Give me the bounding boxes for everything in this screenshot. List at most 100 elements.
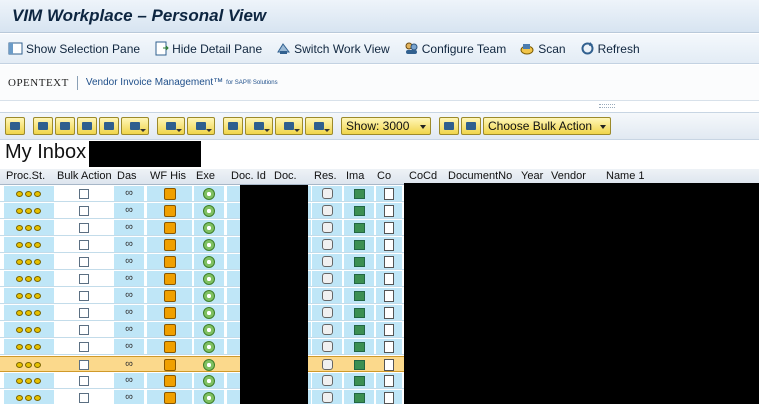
print-button[interactable] xyxy=(223,117,243,135)
execute-icon[interactable] xyxy=(203,374,215,387)
comment-icon[interactable] xyxy=(384,289,394,302)
dashboard-icon[interactable]: ∞ xyxy=(125,205,133,216)
dashboard-icon[interactable]: ∞ xyxy=(125,341,133,352)
process-status-icon[interactable] xyxy=(16,241,42,249)
workflow-history-icon[interactable] xyxy=(163,187,176,200)
process-status-icon[interactable] xyxy=(16,326,42,334)
resubmit-icon[interactable] xyxy=(321,222,333,233)
resubmit-icon[interactable] xyxy=(321,188,333,199)
bulk-checkbox[interactable] xyxy=(79,324,89,335)
process-status-icon[interactable] xyxy=(16,224,42,232)
comment-icon[interactable] xyxy=(384,272,394,285)
grid-cell[interactable] xyxy=(77,237,91,252)
image-icon[interactable] xyxy=(353,256,365,267)
switch-work-view-button[interactable]: Switch Work View xyxy=(276,41,390,56)
grid-cell[interactable] xyxy=(77,254,91,269)
resubmit-icon[interactable] xyxy=(321,392,333,403)
hide-detail-pane-button[interactable]: Hide Detail Pane xyxy=(154,41,262,56)
workflow-history-icon[interactable] xyxy=(163,289,176,302)
dashboard-icon[interactable]: ∞ xyxy=(125,392,133,403)
dashboard-icon[interactable]: ∞ xyxy=(125,290,133,301)
bulk-checkbox[interactable] xyxy=(79,188,89,199)
column-header[interactable]: Das xyxy=(117,170,147,182)
resubmit-icon[interactable] xyxy=(321,273,333,284)
execute-icon[interactable] xyxy=(203,289,215,302)
comment-icon[interactable] xyxy=(384,374,394,387)
comment-icon[interactable] xyxy=(384,204,394,217)
comment-icon[interactable] xyxy=(384,340,394,353)
grid-cell[interactable] xyxy=(77,271,91,286)
process-status-icon[interactable] xyxy=(16,309,42,317)
resubmit-icon[interactable] xyxy=(321,290,333,301)
grid-cell[interactable] xyxy=(77,373,91,388)
column-header[interactable]: CoCd xyxy=(409,170,445,182)
bulk-checkbox[interactable] xyxy=(79,375,89,386)
image-icon[interactable] xyxy=(353,205,365,216)
bulk-select-button[interactable] xyxy=(439,117,459,135)
column-header[interactable]: Co xyxy=(377,170,401,182)
process-status-icon[interactable] xyxy=(16,292,42,300)
grid-cell[interactable] xyxy=(77,390,91,404)
refresh-button[interactable]: Refresh xyxy=(580,41,640,56)
process-status-icon[interactable] xyxy=(16,258,42,266)
workflow-history-icon[interactable] xyxy=(163,221,176,234)
resubmit-icon[interactable] xyxy=(321,205,333,216)
execute-icon[interactable] xyxy=(203,340,215,353)
workflow-history-icon[interactable] xyxy=(163,255,176,268)
column-header[interactable]: DocumentNo xyxy=(448,170,518,182)
pane-splitter-handle[interactable] xyxy=(599,104,615,108)
process-status-icon[interactable] xyxy=(16,275,42,283)
grid-cell[interactable] xyxy=(77,305,91,320)
layout-button[interactable] xyxy=(305,117,333,135)
dashboard-icon[interactable]: ∞ xyxy=(125,273,133,284)
image-icon[interactable] xyxy=(353,222,365,233)
comment-icon[interactable] xyxy=(384,238,394,251)
subtotal-button[interactable] xyxy=(187,117,215,135)
grid-cell[interactable] xyxy=(77,203,91,218)
comment-icon[interactable] xyxy=(384,306,394,319)
bulk-checkbox[interactable] xyxy=(79,307,89,318)
column-header[interactable]: Ima xyxy=(346,170,372,182)
image-icon[interactable] xyxy=(353,341,365,352)
execute-icon[interactable] xyxy=(203,272,215,285)
execute-icon[interactable] xyxy=(203,255,215,268)
execute-icon[interactable] xyxy=(203,187,215,200)
image-icon[interactable] xyxy=(353,375,365,386)
process-status-icon[interactable] xyxy=(16,394,42,402)
image-icon[interactable] xyxy=(353,239,365,250)
dashboard-icon[interactable]: ∞ xyxy=(125,239,133,250)
grid-cell[interactable] xyxy=(77,288,91,303)
bulk-checkbox[interactable] xyxy=(79,256,89,267)
image-icon[interactable] xyxy=(353,290,365,301)
image-icon[interactable] xyxy=(353,359,365,370)
workflow-history-icon[interactable] xyxy=(163,238,176,251)
image-icon[interactable] xyxy=(353,188,365,199)
image-icon[interactable] xyxy=(353,324,365,335)
bulk-checkbox[interactable] xyxy=(79,359,89,370)
dashboard-icon[interactable]: ∞ xyxy=(125,359,133,370)
column-header[interactable]: Vendor xyxy=(551,170,601,182)
configure-team-button[interactable]: Configure Team xyxy=(404,41,506,56)
bulk-checkbox[interactable] xyxy=(79,290,89,301)
grid-cell[interactable] xyxy=(77,357,91,372)
column-header[interactable]: Bulk xyxy=(57,170,81,182)
workflow-history-icon[interactable] xyxy=(163,272,176,285)
sort-ascending-button[interactable] xyxy=(33,117,53,135)
resubmit-icon[interactable] xyxy=(321,239,333,250)
grid-cell[interactable] xyxy=(77,339,91,354)
process-status-icon[interactable] xyxy=(16,377,42,385)
bulk-checkbox[interactable] xyxy=(79,205,89,216)
dashboard-icon[interactable]: ∞ xyxy=(125,307,133,318)
execute-icon[interactable] xyxy=(203,391,215,404)
column-header[interactable]: Year xyxy=(521,170,551,182)
dashboard-icon[interactable]: ∞ xyxy=(125,188,133,199)
workflow-history-icon[interactable] xyxy=(163,374,176,387)
sort-descending-button[interactable] xyxy=(55,117,75,135)
workflow-history-icon[interactable] xyxy=(163,391,176,404)
image-icon[interactable] xyxy=(353,307,365,318)
bulk-action-dropdown[interactable]: Choose Bulk Action xyxy=(483,117,611,135)
process-status-icon[interactable] xyxy=(16,361,42,369)
column-header[interactable]: Doc. xyxy=(274,170,310,182)
workflow-history-icon[interactable] xyxy=(163,358,176,371)
resubmit-icon[interactable] xyxy=(321,256,333,267)
